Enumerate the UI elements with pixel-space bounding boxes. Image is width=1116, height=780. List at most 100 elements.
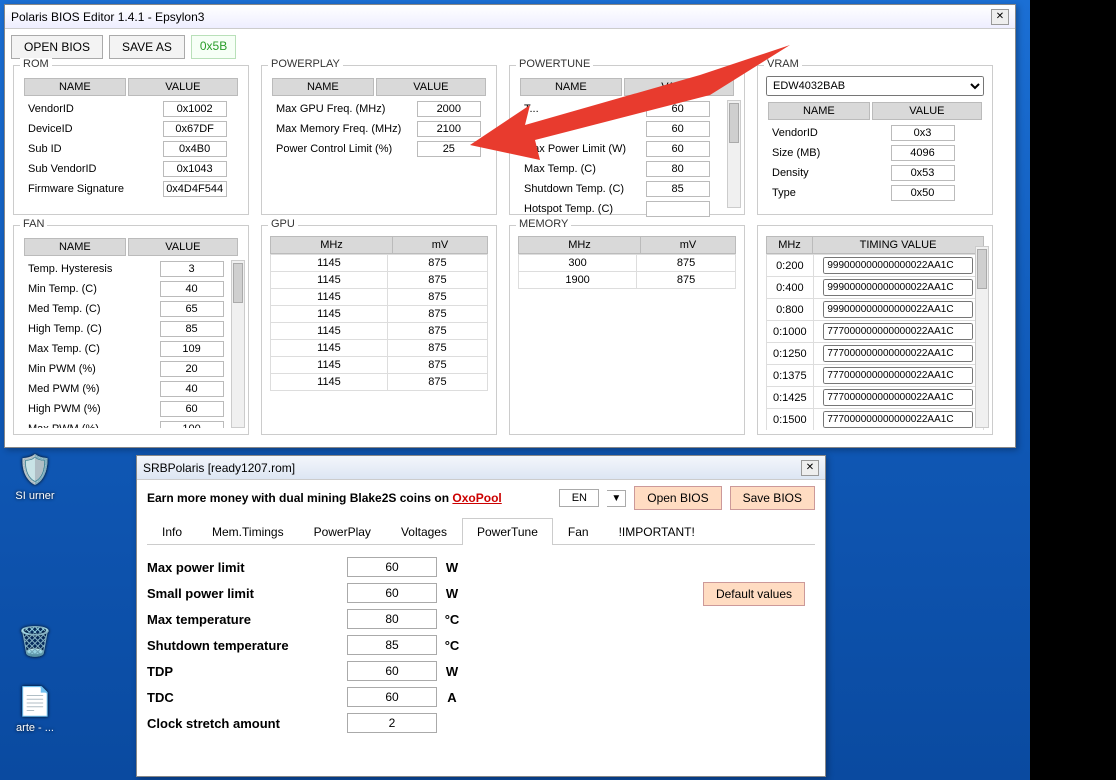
- cell[interactable]: 1145: [271, 272, 388, 289]
- value-input[interactable]: [160, 361, 224, 377]
- value-input[interactable]: [646, 121, 710, 137]
- desktop-icon-shortcut[interactable]: 📄 arte - ...: [5, 682, 65, 734]
- cell[interactable]: 875: [637, 272, 736, 289]
- timing-input[interactable]: [823, 257, 973, 274]
- cell[interactable]: 875: [637, 255, 736, 272]
- table-row[interactable]: 1145875: [271, 357, 488, 374]
- cell[interactable]: 1145: [271, 255, 388, 272]
- table-row[interactable]: 1145875: [271, 306, 488, 323]
- cell[interactable]: 875: [387, 340, 487, 357]
- default-values-button[interactable]: Default values: [703, 582, 805, 606]
- value-input[interactable]: [891, 185, 955, 201]
- chevron-down-icon[interactable]: ▼: [607, 490, 626, 507]
- cell[interactable]: 875: [387, 255, 487, 272]
- cell[interactable]: 875: [387, 374, 487, 391]
- open-bios-button[interactable]: OPEN BIOS: [11, 35, 103, 59]
- timing-input[interactable]: [823, 323, 973, 340]
- scrollbar-thumb[interactable]: [729, 103, 739, 143]
- value-input[interactable]: [891, 145, 955, 161]
- value-input[interactable]: [347, 635, 437, 655]
- value-input[interactable]: [160, 281, 224, 297]
- table-row[interactable]: 1145875: [271, 272, 488, 289]
- scrollbar[interactable]: [231, 260, 245, 428]
- value-input[interactable]: [163, 141, 227, 157]
- table-row[interactable]: 1900875: [519, 272, 736, 289]
- cell[interactable]: 1145: [271, 374, 388, 391]
- timing-input[interactable]: [823, 345, 973, 362]
- value-input[interactable]: [347, 583, 437, 603]
- value-input[interactable]: [160, 381, 224, 397]
- polaris-titlebar[interactable]: Polaris BIOS Editor 1.4.1 - Epsylon3 ✕: [5, 5, 1015, 29]
- cell[interactable]: 875: [387, 323, 487, 340]
- save-as-button[interactable]: SAVE AS: [109, 35, 185, 59]
- value-input[interactable]: [891, 165, 955, 181]
- desktop-icon-recycle[interactable]: 🗑️: [5, 622, 65, 662]
- value-input[interactable]: [417, 101, 481, 117]
- value-input[interactable]: [160, 421, 224, 428]
- scrollbar-thumb[interactable]: [977, 249, 987, 289]
- cell[interactable]: 875: [387, 272, 487, 289]
- value-input[interactable]: [646, 101, 710, 117]
- srb-titlebar[interactable]: SRBPolaris [ready1207.rom] ✕: [137, 456, 825, 480]
- open-bios-button[interactable]: Open BIOS: [634, 486, 721, 510]
- cell[interactable]: 1145: [271, 357, 388, 374]
- value-input[interactable]: [163, 121, 227, 137]
- vram-select[interactable]: EDW4032BAB: [766, 76, 984, 96]
- table-row[interactable]: 300875: [519, 255, 736, 272]
- cell[interactable]: 1145: [271, 289, 388, 306]
- save-bios-button[interactable]: Save BIOS: [730, 486, 815, 510]
- promo-link[interactable]: OxoPool: [452, 491, 501, 505]
- timing-input[interactable]: [823, 279, 973, 296]
- cell[interactable]: 1900: [519, 272, 637, 289]
- tab-powertune[interactable]: PowerTune: [462, 518, 553, 545]
- value-input[interactable]: [160, 321, 224, 337]
- value-input[interactable]: [160, 301, 224, 317]
- table-row[interactable]: 1145875: [271, 289, 488, 306]
- cell[interactable]: 1145: [271, 323, 388, 340]
- value-input[interactable]: [347, 557, 437, 577]
- value-input[interactable]: [417, 121, 481, 137]
- scrollbar[interactable]: [975, 246, 989, 428]
- tab-powerplay[interactable]: PowerPlay: [299, 518, 386, 545]
- scrollbar[interactable]: [727, 100, 741, 208]
- value-input[interactable]: [163, 161, 227, 177]
- timing-input[interactable]: [823, 367, 973, 384]
- value-input[interactable]: [347, 609, 437, 629]
- value-input[interactable]: [160, 341, 224, 357]
- cell[interactable]: 1145: [271, 306, 388, 323]
- scrollbar-thumb[interactable]: [233, 263, 243, 303]
- timing-input[interactable]: [823, 411, 973, 428]
- desktop-icon-shield[interactable]: 🛡️ SI urner: [5, 450, 65, 502]
- table-row[interactable]: 1145875: [271, 255, 488, 272]
- value-input[interactable]: [347, 687, 437, 707]
- cell[interactable]: 875: [387, 357, 487, 374]
- tab-info[interactable]: Info: [147, 518, 197, 545]
- cell[interactable]: 1145: [271, 340, 388, 357]
- tab-voltages[interactable]: Voltages: [386, 518, 462, 545]
- cell[interactable]: 300: [519, 255, 637, 272]
- tab-fan[interactable]: Fan: [553, 518, 604, 545]
- close-icon[interactable]: ✕: [801, 460, 819, 476]
- cell[interactable]: 875: [387, 289, 487, 306]
- table-row[interactable]: 1145875: [271, 340, 488, 357]
- value-input[interactable]: [646, 201, 710, 217]
- value-input[interactable]: [160, 261, 224, 277]
- timing-input[interactable]: [823, 389, 973, 406]
- value-input[interactable]: [417, 141, 481, 157]
- value-input[interactable]: [163, 101, 227, 117]
- value-input[interactable]: [163, 181, 227, 197]
- value-input[interactable]: [646, 161, 710, 177]
- value-input[interactable]: [646, 141, 710, 157]
- value-input[interactable]: [160, 401, 224, 417]
- language-select[interactable]: EN: [559, 489, 599, 507]
- value-input[interactable]: [347, 713, 437, 733]
- tab-memtimings[interactable]: Mem.Timings: [197, 518, 299, 545]
- value-input[interactable]: [646, 181, 710, 197]
- tab-important[interactable]: !IMPORTANT!: [604, 518, 710, 545]
- cell[interactable]: 875: [387, 306, 487, 323]
- close-icon[interactable]: ✕: [991, 9, 1009, 25]
- table-row[interactable]: 1145875: [271, 323, 488, 340]
- timing-input[interactable]: [823, 301, 973, 318]
- table-row[interactable]: 1145875: [271, 374, 488, 391]
- value-input[interactable]: [347, 661, 437, 681]
